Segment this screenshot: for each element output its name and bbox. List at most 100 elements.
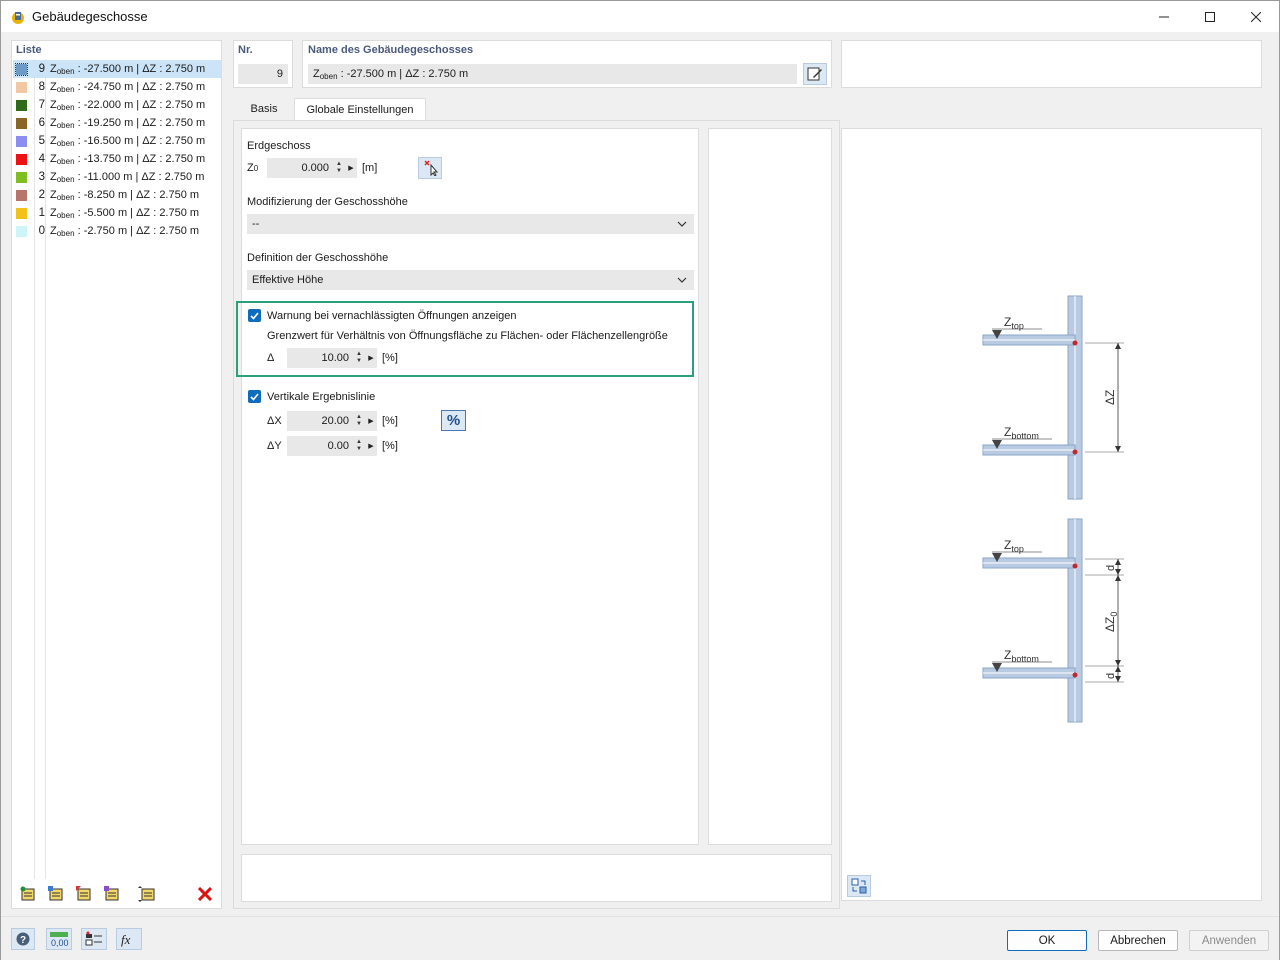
sort-storey-button[interactable] [136,883,158,905]
list-item[interactable]: 4 Zoben : -13.750 m | ΔZ : 2.750 m [13,150,221,168]
storey-color-swatch [16,81,27,93]
dz-label: ΔZ [1103,390,1117,405]
maximize-button[interactable] [1187,1,1233,32]
edit-pencil-icon [807,67,822,81]
delta-arrow-right[interactable]: ▶ [365,354,377,362]
dy-value: 0.00 [327,440,349,452]
delta-value: 10.00 [321,352,349,364]
z-top-label: Ztop [1004,538,1024,554]
nr-field[interactable]: 9 [238,64,288,84]
vertical-line-checkbox[interactable] [248,390,261,403]
storey-number: 6 [38,117,45,129]
delete-storey-button[interactable] [194,883,216,905]
display-options-button[interactable] [81,928,107,950]
storey-description: Zoben : -19.250 m | ΔZ : 2.750 m [50,116,206,130]
dx-unit: [%] [382,415,398,427]
display-options-icon [85,931,102,946]
list-item[interactable]: 8 Zoben : -24.750 m | ΔZ : 2.750 m [13,78,221,96]
new-storey-icon [20,886,35,901]
dx-arrow-right[interactable]: ▶ [365,417,377,425]
dx-spinner[interactable]: ▲ ▼ [353,414,365,428]
name-panel: Name des Gebäudegeschosses Zoben : -27.5… [302,40,832,88]
storey-number: 5 [38,135,45,147]
minimize-button[interactable] [1141,1,1187,32]
delta-input[interactable]: 10.00 ▲ ▼ ▶ [287,348,377,368]
storey-color-swatch [16,225,27,237]
definition-value: Effektive Höhe [252,274,324,286]
dy-spinner[interactable]: ▲ ▼ [353,439,365,453]
storey-height-diagram: Ztop Zbottom ΔZ Ztop Zbottom d d ΔZ0 [982,295,1124,723]
close-button[interactable] [1233,1,1279,32]
tab-basis[interactable]: Basis [240,98,288,120]
storey-number: 1 [38,207,45,219]
dy-input[interactable]: 0.00 ▲ ▼ ▶ [287,436,377,456]
storey-description: Zoben : -5.500 m | ΔZ : 2.750 m [50,206,200,220]
select-storey-icon [76,886,91,901]
pick-z0-button[interactable] [418,157,442,179]
units-button[interactable]: 0,00 [46,928,72,950]
list-item[interactable]: 9 Zoben : -27.500 m | ΔZ : 2.750 m [13,60,221,78]
list-item[interactable]: 2 Zoben : -8.250 m | ΔZ : 2.750 m [13,186,221,204]
percent-button[interactable]: % [441,410,466,431]
dy-unit: [%] [382,440,398,452]
minimize-icon [1159,16,1169,17]
new-storey-button[interactable] [17,883,39,905]
list-item[interactable]: 1 Zoben : -5.500 m | ΔZ : 2.750 m [13,204,221,222]
delta-spinner[interactable]: ▲ ▼ [353,351,365,365]
z0-arrow-right[interactable]: ▶ [345,164,357,172]
name-field[interactable]: Zoben : -27.500 m | ΔZ : 2.750 m [308,64,797,84]
storey-number: 3 [38,171,45,183]
help-button[interactable]: ? [11,928,35,950]
dy-arrow-right[interactable]: ▶ [365,442,377,450]
warn-checkbox[interactable] [248,309,261,322]
modification-dropdown[interactable]: -- [247,214,694,234]
erdgeschoss-label: Erdgeschoss [247,140,311,152]
sort-storey-icon [138,886,155,902]
list-item[interactable]: 6 Zoben : -19.250 m | ΔZ : 2.750 m [13,114,221,132]
storey-number: 7 [38,99,45,111]
chevron-down-icon [677,277,687,283]
storey-description: Zoben : -8.250 m | ΔZ : 2.750 m [50,188,200,202]
svg-text:?: ? [20,935,26,946]
delta-unit: [%] [382,352,398,364]
z-top-label: Ztop [1004,315,1024,331]
dx-input[interactable]: 20.00 ▲ ▼ ▶ [287,411,377,431]
name-value: Zoben : -27.500 m | ΔZ : 2.750 m [313,67,469,81]
checkmark-icon [250,393,259,401]
storey-color-swatch [16,171,27,183]
list-item[interactable]: 5 Zoben : -16.500 m | ΔZ : 2.750 m [13,132,221,150]
d-top-label: d [1105,565,1117,571]
vertical-line-label: Vertikale Ergebnislinie [267,391,376,403]
list-item[interactable]: 0 Zoben : -2.750 m | ΔZ : 2.750 m [13,222,221,240]
diagram-options-button[interactable] [847,875,871,897]
definition-dropdown[interactable]: Effektive Höhe [247,270,694,290]
ok-button[interactable]: OK [1007,930,1087,951]
z0-spinner[interactable]: ▲ ▼ [333,161,345,175]
settings-panel: Erdgeschoss Z0 0.000 ▲ ▼ ▶ [m] Modifizier… [236,128,699,845]
tab-globale-einstellungen[interactable]: Globale Einstellungen [294,98,426,120]
maximize-icon [1205,11,1215,22]
z-bottom-label: Zbottom [1004,425,1039,441]
clear-height-diagram: Ztop Zbottom d d ΔZ0 [982,518,1124,723]
import-storey-icon [104,886,119,901]
cancel-button[interactable]: Abbrechen [1098,930,1178,951]
storey-color-swatch [15,62,28,76]
edit-name-button[interactable] [803,63,827,85]
storey-color-swatch [16,189,27,201]
storey-number: 4 [38,153,45,165]
import-storey-button[interactable] [101,883,123,905]
formula-button[interactable]: fx [116,928,142,950]
storey-description: Zoben : -22.000 m | ΔZ : 2.750 m [50,98,206,112]
z0-input[interactable]: 0.000 ▲ ▼ ▶ [267,158,357,178]
decimal-places-icon: 0,00 [50,932,69,947]
copy-storey-icon [48,886,63,901]
list-item[interactable]: 7 Zoben : -22.000 m | ΔZ : 2.750 m [13,96,221,114]
copy-storey-button[interactable] [45,883,67,905]
modification-value: -- [252,218,260,230]
dx-label: ΔX [267,415,282,427]
apply-button[interactable]: Anwenden [1189,930,1269,951]
select-storey-button[interactable] [73,883,95,905]
delta-label: Δ [267,352,275,364]
z0-value: 0.000 [301,162,329,174]
list-item[interactable]: 3 Zoben : -11.000 m | ΔZ : 2.750 m [13,168,221,186]
